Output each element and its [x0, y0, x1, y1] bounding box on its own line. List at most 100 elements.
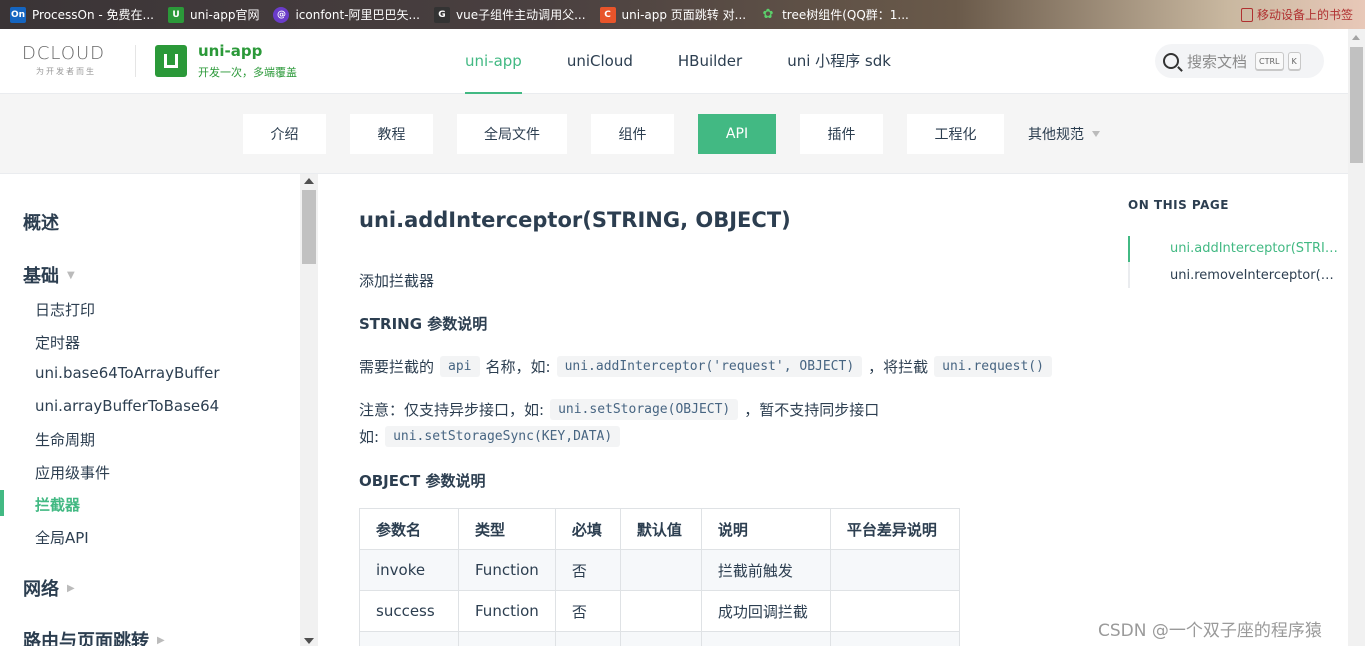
- bookmark-iconfont[interactable]: @ iconfont-阿里巴巴矢...: [273, 6, 420, 23]
- scroll-up-icon[interactable]: [304, 178, 314, 184]
- sidebar-scroll-thumb[interactable]: [302, 190, 316, 264]
- page-scroll-thumb[interactable]: [1350, 47, 1363, 163]
- product-title[interactable]: uni-app: [198, 42, 262, 60]
- string-params-line1: 需要拦截的 api 名称，如: uni.addInterceptor('requ…: [359, 356, 1058, 377]
- uniapp-icon: U: [167, 6, 184, 23]
- category-nav: 介绍 教程 全局文件 组件 API 插件 工程化 其他规范: [0, 94, 1348, 174]
- page-title: uni.addInterceptor(STRING, OBJECT): [359, 208, 791, 232]
- tab-tutorial[interactable]: 教程: [350, 114, 433, 154]
- sidebar-item-timer[interactable]: 定时器: [35, 332, 80, 353]
- sidebar-item-base64-to-arraybuffer[interactable]: uni.base64ToArrayBuffer: [35, 364, 220, 382]
- sidebar-item-log[interactable]: 日志打印: [35, 299, 95, 320]
- toc-track: [1128, 236, 1130, 288]
- tab-intro[interactable]: 介绍: [243, 114, 326, 154]
- table-cell: [458, 631, 556, 646]
- dcloud-logo[interactable]: DCLOUD 为开发者而生: [22, 43, 118, 79]
- object-params-heading: OBJECT 参数说明: [359, 472, 486, 490]
- bookmark-tree[interactable]: ✿ tree树组件(QQ群：1...: [760, 6, 909, 23]
- inline-code: uni.setStorage(OBJECT): [550, 399, 739, 420]
- mobile-bookmarks[interactable]: 移动设备上的书签: [1240, 6, 1353, 23]
- sidebar-group-basics[interactable]: 基础 ▼: [23, 262, 75, 288]
- csdn-icon: C: [599, 6, 616, 23]
- sidebar-item-global-api[interactable]: 全局API: [35, 527, 89, 548]
- table-cell: success: [359, 590, 459, 632]
- scroll-down-icon[interactable]: [304, 638, 314, 644]
- table-cell: Function: [458, 590, 556, 632]
- table-cell: [359, 631, 459, 646]
- table-cell: 否: [554, 590, 621, 632]
- sidebar-item-lifecycle[interactable]: 生命周期: [35, 429, 95, 450]
- bookmark-uniapp[interactable]: U uni-app官网: [167, 6, 260, 23]
- table-cell: [619, 590, 702, 632]
- table-header: 默认值: [619, 508, 702, 550]
- table-cell: [619, 549, 702, 591]
- sidebar: 概述 基础 ▼ 日志打印 定时器 uni.base64ToArrayBuffer…: [0, 174, 300, 646]
- sidebar-scrollbar[interactable]: [300, 174, 318, 646]
- sidebar-group-routing[interactable]: 路由与页面跳转 ▶: [23, 627, 165, 646]
- table-row: invoke Function 否 拦截前触发: [359, 549, 960, 591]
- bookmark-processon[interactable]: On ProcessOn - 免费在...: [10, 6, 154, 23]
- sidebar-active-indicator: [0, 490, 4, 516]
- topnav-uniapp[interactable]: uni-app: [465, 29, 522, 94]
- tab-api[interactable]: API: [698, 114, 776, 154]
- tab-components[interactable]: 组件: [591, 114, 674, 154]
- table-row: success Function 否 成功回调拦截: [359, 590, 960, 632]
- uniapp-logo-icon[interactable]: [155, 45, 187, 77]
- sidebar-group-label: 基础: [23, 266, 59, 287]
- page-scrollbar[interactable]: [1348, 29, 1365, 646]
- sidebar-group-network[interactable]: 网络 ▶: [23, 575, 75, 601]
- sidebar-group-label: 路由与页面跳转: [23, 631, 149, 646]
- table-cell: 否: [554, 549, 621, 591]
- toc-active-indicator: [1128, 236, 1130, 262]
- bookmark-label: uni-app官网: [189, 8, 260, 22]
- page-description: 添加拦截器: [359, 270, 434, 291]
- bookmark-label: uni-app 页面跳转 对...: [621, 8, 747, 22]
- topnav-unicloud[interactable]: uniCloud: [567, 29, 633, 94]
- table-cell: [829, 631, 960, 646]
- bookmark-vue[interactable]: G vue子组件主动调用父...: [433, 6, 586, 23]
- table-cell: [829, 590, 960, 632]
- on-this-page: ON THIS PAGE uni.addInterceptor(STRIN...…: [1108, 174, 1348, 646]
- topnav-hbuilder[interactable]: HBuilder: [678, 29, 742, 94]
- table-header: 参数名: [359, 508, 459, 550]
- bookmark-label: vue子组件主动调用父...: [455, 8, 586, 22]
- params-table: 参数名 类型 必填 默认值 说明 平台差异说明 invoke Function …: [359, 508, 960, 646]
- search-icon: [1163, 53, 1179, 69]
- string-params-line2: 注意：仅支持异步接口，如: uni.setStorage(OBJECT) ，暂不…: [359, 399, 879, 420]
- text-segment: 注意：仅支持异步接口，如:: [359, 401, 545, 419]
- dcloud-logo-text: DCLOUD: [22, 43, 106, 64]
- on-this-page-title: ON THIS PAGE: [1128, 198, 1229, 212]
- toc-link-add-interceptor[interactable]: uni.addInterceptor(STRIN...: [1170, 241, 1338, 256]
- sidebar-item-app-events[interactable]: 应用级事件: [35, 462, 110, 483]
- table-header: 平台差异说明: [829, 508, 960, 550]
- inline-code: uni.setStorageSync(KEY,DATA): [385, 426, 621, 447]
- sidebar-group-overview[interactable]: 概述: [23, 209, 59, 235]
- tab-plugins[interactable]: 插件: [800, 114, 883, 154]
- text-segment: 如:: [359, 428, 380, 446]
- text-segment: 名称，如:: [485, 358, 551, 376]
- table-cell: [829, 549, 960, 591]
- table-cell: Function: [458, 549, 556, 591]
- top-nav: uni-app uniCloud HBuilder uni 小程序 sdk: [465, 29, 936, 94]
- sidebar-item-arraybuffer-to-base64[interactable]: uni.arrayBufferToBase64: [35, 397, 219, 415]
- table-cell: [619, 631, 702, 646]
- topnav-mini-sdk[interactable]: uni 小程序 sdk: [787, 29, 891, 94]
- search-box[interactable]: 搜索文档 CTRL K: [1155, 44, 1324, 78]
- tab-global-files[interactable]: 全局文件: [457, 114, 567, 154]
- sidebar-group-label: 网络: [23, 579, 59, 600]
- csdn-watermark: CSDN @一个双子座的程序猿: [1098, 621, 1322, 641]
- table-cell: [554, 631, 621, 646]
- site-header: DCLOUD 为开发者而生 uni-app 开发一次，多端覆盖 uni-app …: [0, 29, 1348, 94]
- tab-other-specs[interactable]: 其他规范: [1028, 114, 1100, 154]
- tab-other-specs-label: 其他规范: [1028, 127, 1084, 143]
- main-content: uni.addInterceptor(STRING, OBJECT) 添加拦截器…: [318, 174, 1108, 646]
- table-cell: [700, 631, 831, 646]
- scroll-up-icon[interactable]: [1352, 35, 1360, 40]
- string-params-heading: STRING 参数说明: [359, 315, 488, 333]
- bookmark-csdn[interactable]: C uni-app 页面跳转 对...: [599, 6, 747, 23]
- toc-link-remove-interceptor[interactable]: uni.removeInterceptor(ST...: [1170, 268, 1338, 283]
- sidebar-item-interceptor[interactable]: 拦截器: [35, 494, 80, 515]
- dcloud-logo-sub: 为开发者而生: [36, 67, 96, 76]
- header-divider: [135, 45, 136, 77]
- tab-engineering[interactable]: 工程化: [907, 114, 1004, 154]
